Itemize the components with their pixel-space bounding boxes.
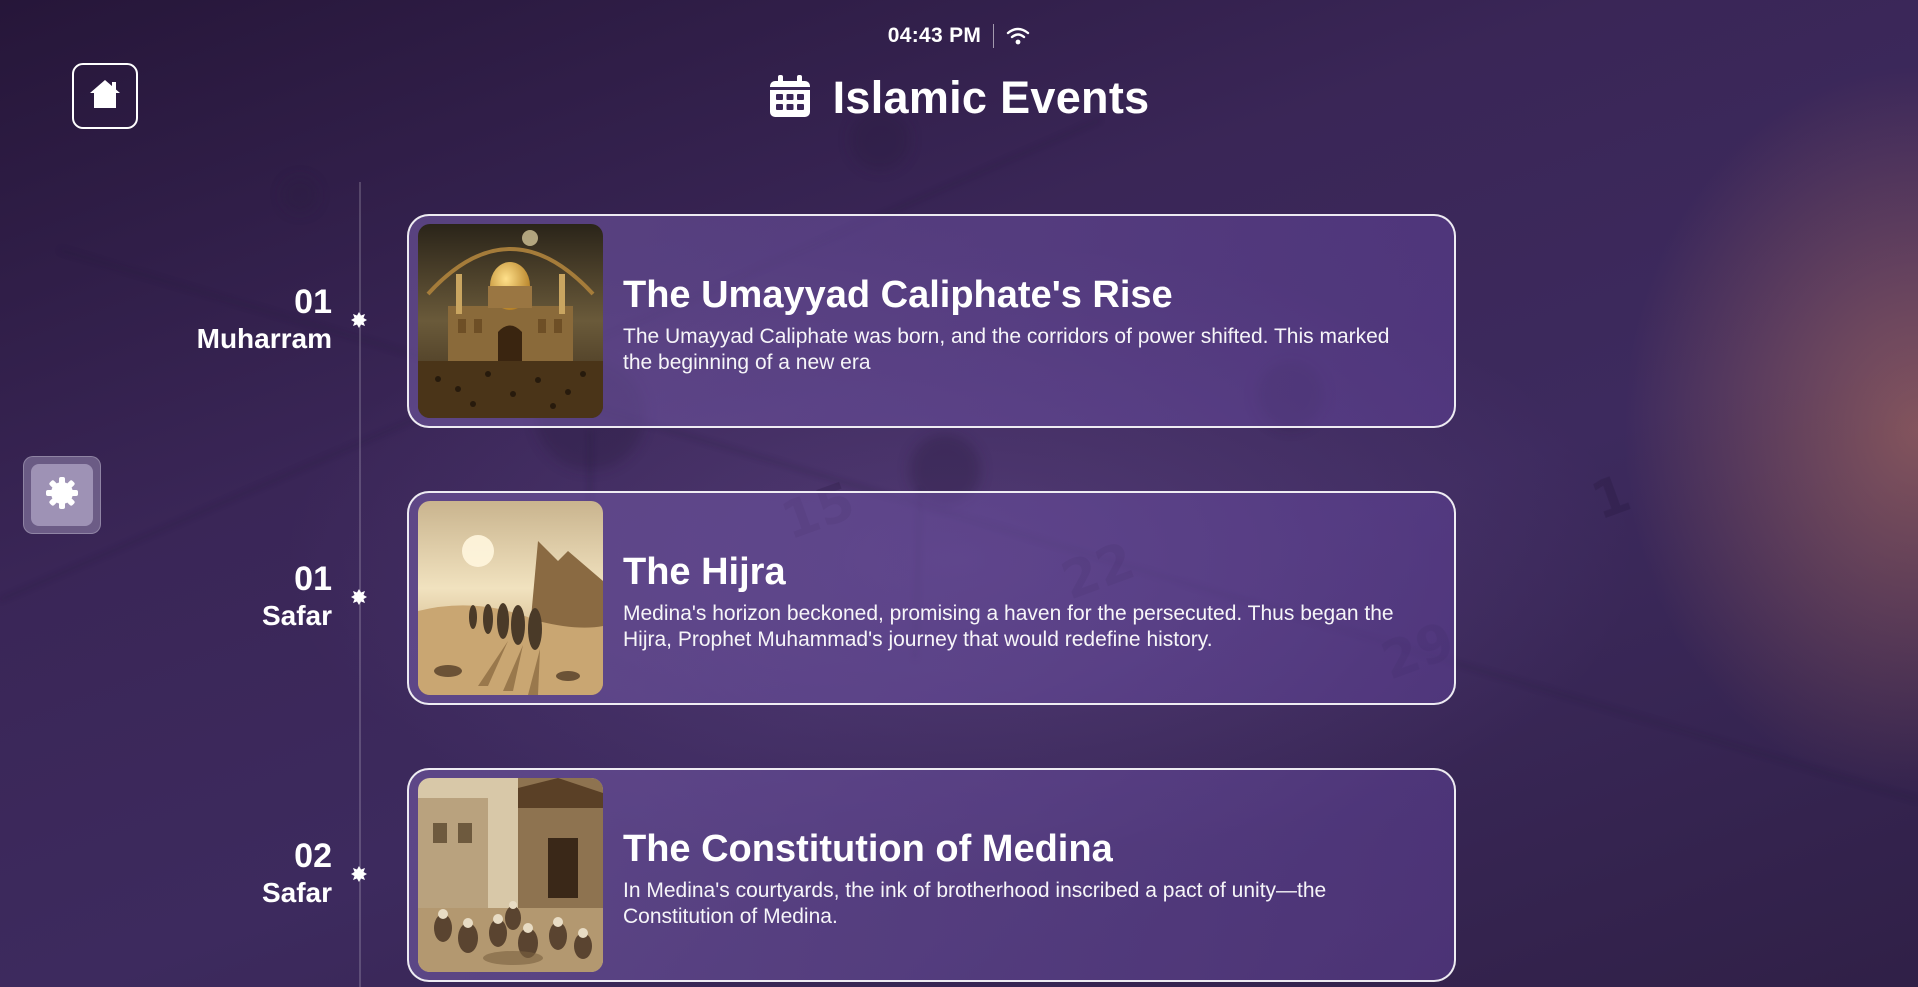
event-text: The Constitution of Medina In Medina's c… [623, 826, 1424, 930]
event-date: 01 Safar [262, 559, 332, 633]
page-title: Islamic Events [832, 72, 1150, 123]
timeline-marker-icon [351, 312, 367, 328]
event-card[interactable]: The Hijra Medina's horizon beckoned, pro… [407, 491, 1456, 705]
status-divider [993, 24, 995, 48]
event-description: The Umayyad Caliphate was born, and the … [623, 325, 1390, 374]
home-icon [88, 78, 122, 115]
timeline-marker-icon [351, 589, 367, 605]
event-day: 01 [294, 283, 332, 321]
calendar-icon [769, 74, 811, 123]
event-image-courtyard [418, 778, 603, 972]
event-text: The Umayyad Caliphate's Rise The Umayyad… [623, 272, 1424, 376]
event-date: 01 Muharram [197, 282, 332, 356]
gear-icon [45, 476, 79, 515]
home-button[interactable] [72, 63, 138, 129]
event-text: The Hijra Medina's horizon beckoned, pro… [623, 549, 1424, 653]
event-card[interactable]: The Umayyad Caliphate's Rise The Umayyad… [407, 214, 1456, 428]
settings-button[interactable] [23, 456, 101, 534]
event-day: 01 [294, 560, 332, 598]
event-title: The Umayyad Caliphate's Rise [623, 274, 1173, 316]
svg-text:1: 1 [1584, 463, 1639, 532]
event-day: 02 [294, 837, 332, 875]
event-description: Medina's horizon beckoned, promising a h… [623, 602, 1394, 651]
event-month: Safar [261, 600, 332, 631]
timeline-marker-icon [351, 866, 367, 882]
event-date: 02 Safar [262, 836, 332, 910]
event-title: The Hijra [623, 551, 786, 593]
event-card[interactable]: The Constitution of Medina In Medina's c… [407, 768, 1456, 982]
status-time: 04:43 PM [887, 24, 982, 47]
event-image-desert [418, 501, 603, 695]
status-bar: 04:43 PM [0, 24, 1918, 48]
event-description: In Medina's courtyards, the ink of broth… [623, 879, 1327, 928]
page-header: Islamic Events [0, 72, 1918, 124]
event-month: Muharram [196, 323, 332, 354]
event-image-mosque [418, 224, 603, 418]
wifi-icon [1006, 26, 1030, 46]
event-month: Safar [261, 877, 332, 908]
settings-button-inner [31, 464, 93, 526]
event-title: The Constitution of Medina [623, 828, 1113, 870]
